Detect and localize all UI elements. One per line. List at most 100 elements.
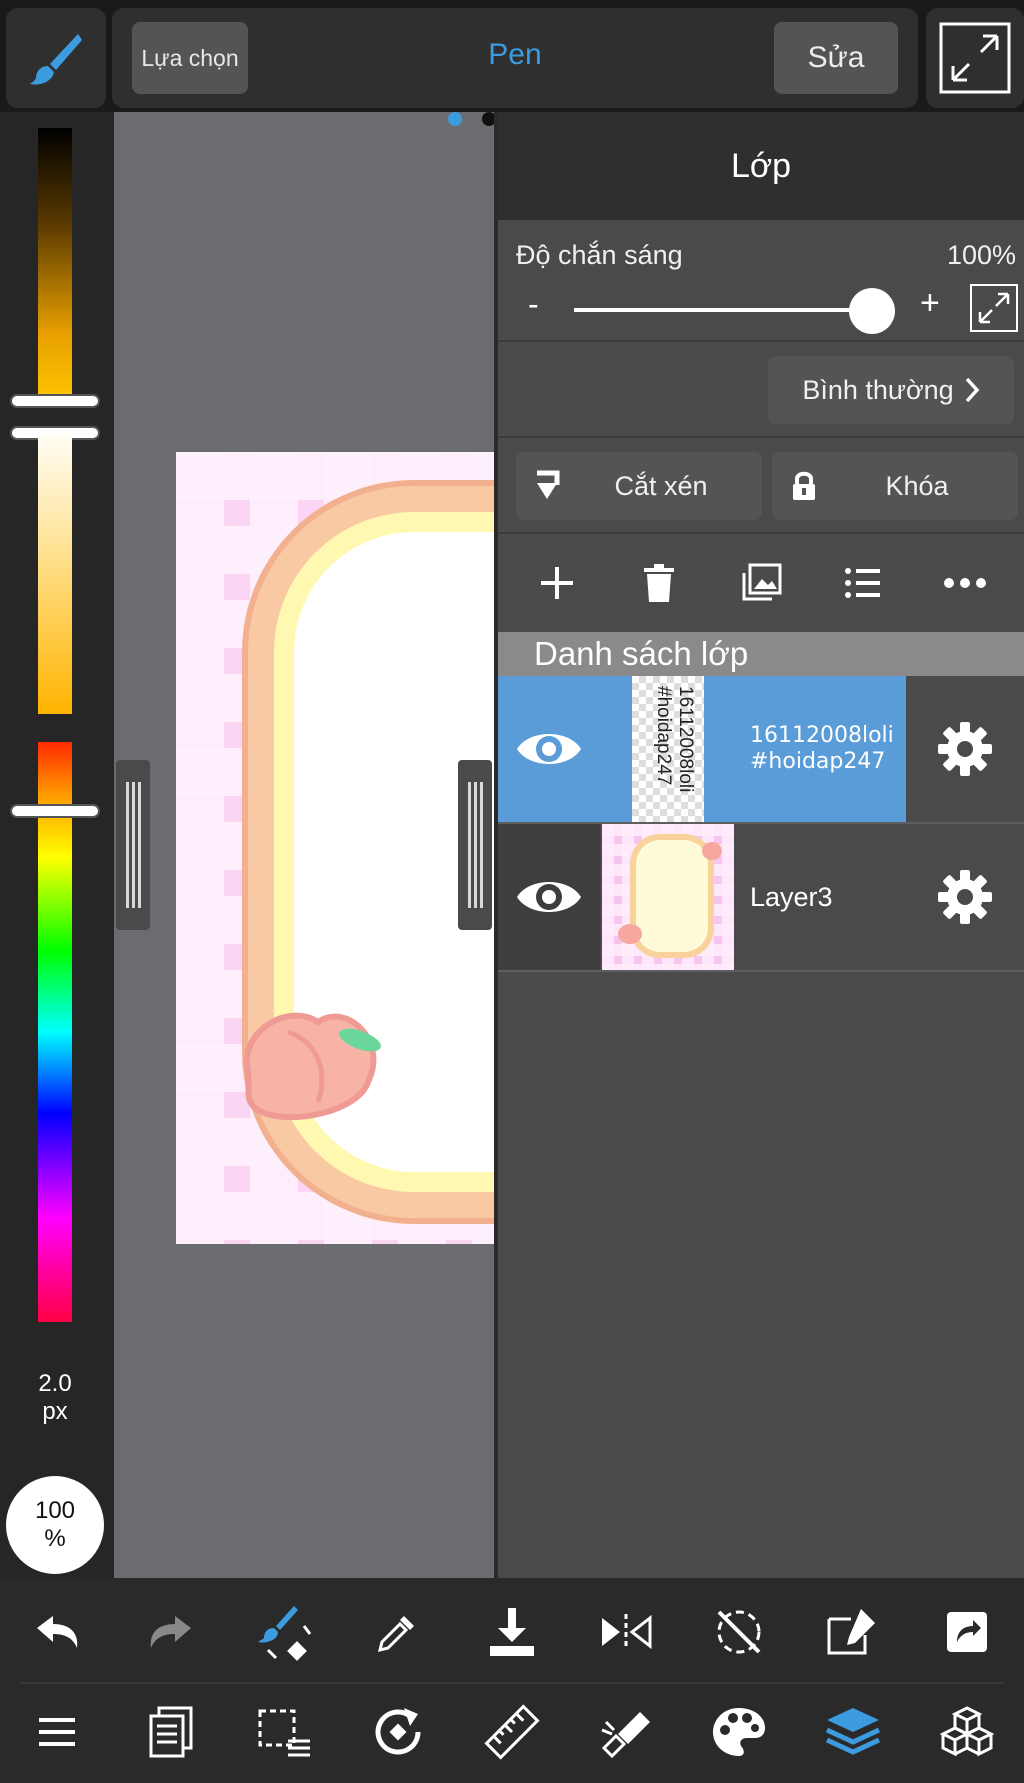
menu-button[interactable] bbox=[17, 1692, 97, 1772]
share-button[interactable] bbox=[927, 1592, 1007, 1672]
eye-icon bbox=[517, 734, 581, 764]
hue-slider[interactable] bbox=[38, 742, 72, 1322]
layer-opacity-label: Độ chắn sáng bbox=[516, 240, 683, 270]
left-panel-handle[interactable] bbox=[116, 760, 150, 930]
canvas-area[interactable] bbox=[114, 112, 494, 1578]
brush-transform-button[interactable] bbox=[244, 1592, 324, 1672]
selection-icon bbox=[258, 1709, 311, 1757]
brush-opacity-unit: % bbox=[44, 1525, 66, 1552]
opacity-increase-button[interactable]: + bbox=[920, 284, 940, 323]
layer-name-line1: 16112008loli bbox=[750, 723, 894, 748]
layer-opacity-value: 100% bbox=[946, 240, 1016, 270]
saturation-slider[interactable] bbox=[38, 434, 72, 714]
brush-opacity-value: 100 bbox=[34, 1497, 76, 1524]
tool-header: Lựa chọn Pen Sửa bbox=[112, 8, 918, 108]
materials-button[interactable] bbox=[927, 1692, 1007, 1772]
lock-label: Khóa bbox=[885, 470, 949, 501]
brush-transform-icon bbox=[258, 1606, 312, 1661]
opacity-slider-track[interactable] bbox=[574, 308, 872, 312]
brush-icon bbox=[30, 34, 82, 85]
flip-icon bbox=[601, 1614, 652, 1650]
redo-button[interactable] bbox=[131, 1592, 211, 1672]
layer-thumbnail bbox=[602, 824, 734, 970]
color-palette-button[interactable] bbox=[699, 1692, 779, 1772]
rotate-icon bbox=[375, 1708, 421, 1755]
layer-thumbnail-text: 16112008loli #hoidap247 bbox=[653, 686, 696, 793]
page-dot-active bbox=[448, 112, 462, 126]
ruler-button[interactable] bbox=[472, 1692, 552, 1772]
download-icon bbox=[489, 1608, 534, 1656]
undo-icon bbox=[36, 1616, 78, 1648]
right-panel-handle[interactable] bbox=[458, 760, 492, 930]
brush-size-display[interactable]: 2.0 px bbox=[0, 1370, 110, 1426]
delete-layer-button[interactable] bbox=[629, 553, 689, 613]
hue-handle[interactable] bbox=[12, 806, 98, 816]
blend-mode-button[interactable]: Bình thường bbox=[768, 356, 1014, 424]
edit-button[interactable]: Sửa bbox=[774, 22, 898, 94]
brush-size-value: 2.0 bbox=[38, 1370, 72, 1397]
no-rotate-icon bbox=[717, 1610, 761, 1654]
more-options-button[interactable] bbox=[935, 553, 995, 613]
layers-button[interactable] bbox=[813, 1692, 893, 1772]
top-bar: Lựa chọn Pen Sửa bbox=[0, 0, 1024, 112]
redo-icon bbox=[150, 1616, 191, 1648]
opacity-slider-knob[interactable] bbox=[849, 288, 895, 334]
blend-mode-label: Bình thường bbox=[802, 374, 954, 405]
layer-list-header: Danh sách lớp bbox=[498, 632, 1024, 676]
fullscreen-button[interactable] bbox=[926, 8, 1024, 108]
brightness-slider[interactable] bbox=[38, 128, 72, 402]
fill-button[interactable] bbox=[586, 1692, 666, 1772]
toolbar-row-1 bbox=[0, 1584, 1024, 1680]
rotation-lock-button[interactable] bbox=[699, 1592, 779, 1672]
layer-row-selected[interactable]: 16112008loli #hoidap247 16112008loli #ho… bbox=[498, 676, 1024, 824]
undo-button[interactable] bbox=[17, 1592, 97, 1672]
layer-actions-row bbox=[498, 534, 1024, 632]
layer-panel-title: Lớp bbox=[498, 112, 1024, 220]
flip-button[interactable] bbox=[586, 1592, 666, 1672]
ruler-icon bbox=[484, 1704, 540, 1760]
brush-size-unit: px bbox=[42, 1398, 68, 1425]
layer-row[interactable]: Layer3 bbox=[498, 824, 1024, 972]
layer-visibility-toggle[interactable] bbox=[498, 676, 600, 822]
menu-icon bbox=[38, 1718, 75, 1746]
color-bar: 2.0 px 100 % bbox=[0, 112, 114, 1578]
layers-icon bbox=[826, 1708, 881, 1755]
layer-settings-button[interactable] bbox=[906, 824, 1024, 970]
edit-canvas-button[interactable] bbox=[813, 1592, 893, 1672]
opacity-expand-button[interactable] bbox=[970, 284, 1018, 332]
lock-button[interactable]: Khóa bbox=[772, 452, 1018, 520]
fill-icon bbox=[601, 1712, 650, 1759]
gear-icon bbox=[938, 722, 992, 776]
fullscreen-icon bbox=[939, 22, 1011, 94]
layer-visibility-toggle[interactable] bbox=[498, 824, 600, 970]
delete-layer-icon bbox=[644, 564, 674, 602]
save-download-button[interactable] bbox=[472, 1592, 552, 1672]
brush-tool-button[interactable] bbox=[6, 8, 106, 108]
import-image-button[interactable] bbox=[731, 553, 791, 613]
pages-button[interactable] bbox=[131, 1692, 211, 1772]
brightness-handle[interactable] bbox=[12, 396, 98, 406]
selection-button[interactable] bbox=[244, 1692, 324, 1772]
eyedropper-button[interactable] bbox=[358, 1592, 438, 1672]
more-icon bbox=[944, 578, 986, 588]
layer-list-button[interactable] bbox=[833, 553, 893, 613]
rotate-canvas-button[interactable] bbox=[358, 1692, 438, 1772]
page-dot bbox=[482, 112, 494, 126]
layer-settings-button[interactable] bbox=[906, 676, 1024, 822]
chevron-right-icon bbox=[965, 377, 980, 403]
layer-name: 16112008loli #hoidap247 bbox=[750, 676, 894, 822]
share-icon bbox=[947, 1612, 987, 1652]
lock-icon bbox=[772, 470, 836, 502]
palette-icon bbox=[713, 1708, 766, 1756]
layer-panel: Lớp Độ chắn sáng 100% - + Bình thường Cắ… bbox=[494, 112, 1024, 1578]
brush-opacity-button[interactable]: 100 % bbox=[6, 1476, 104, 1574]
add-layer-button[interactable] bbox=[527, 553, 587, 613]
clipping-button[interactable]: Cắt xén bbox=[516, 452, 762, 520]
blend-mode-row: Bình thường bbox=[498, 342, 1024, 438]
clipping-icon bbox=[516, 469, 580, 503]
opacity-decrease-button[interactable]: - bbox=[528, 286, 539, 323]
clipping-label: Cắt xén bbox=[614, 470, 708, 501]
gear-icon bbox=[938, 870, 992, 924]
peach-illustration bbox=[243, 1012, 381, 1121]
toolbar-row-2 bbox=[0, 1684, 1024, 1780]
